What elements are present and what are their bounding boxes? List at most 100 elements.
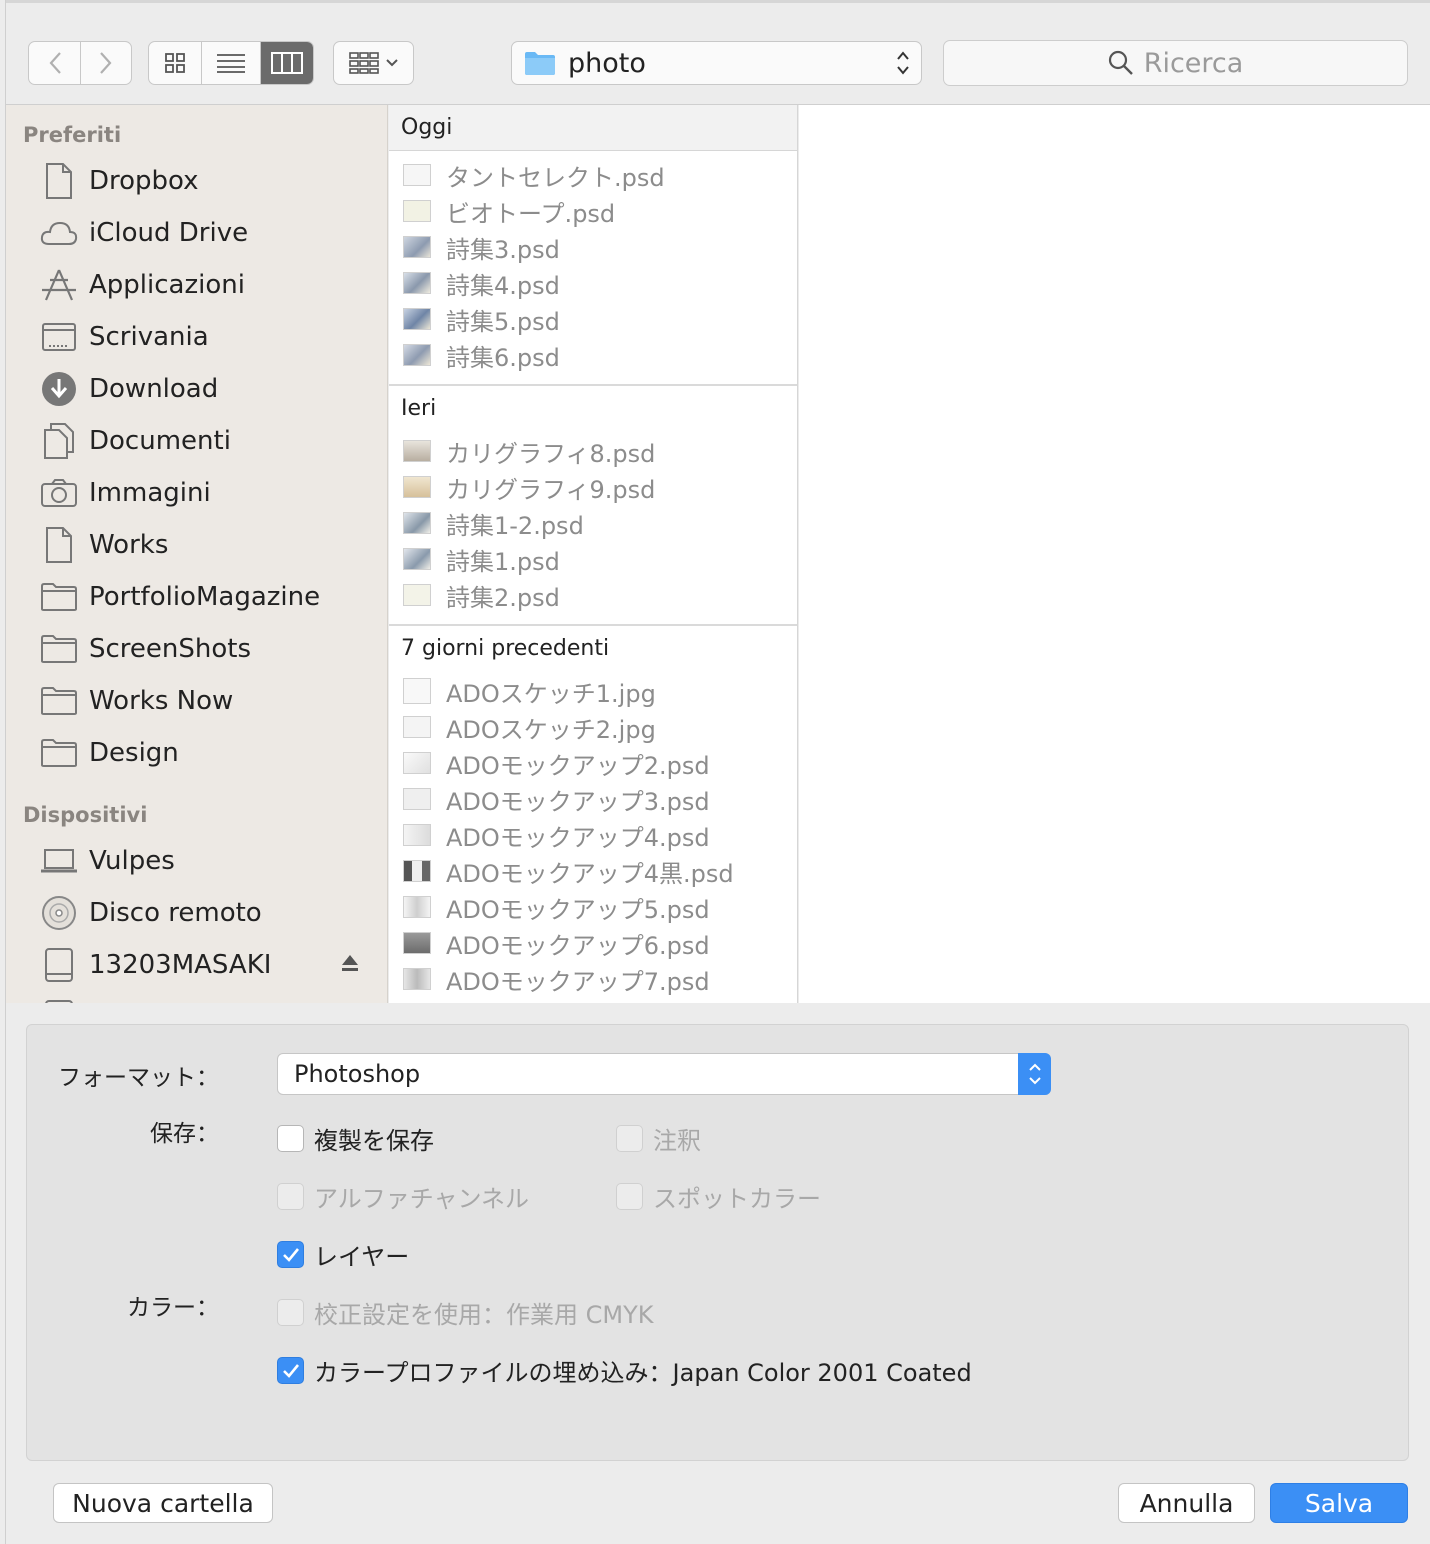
save-label: 保存： xyxy=(150,1121,219,1147)
file-name: ビオトープ.psd xyxy=(446,199,616,228)
forward-button[interactable] xyxy=(81,42,131,84)
file-item[interactable]: 詩集5.psd xyxy=(389,301,797,337)
drive-icon xyxy=(39,999,79,1003)
document-icon xyxy=(39,163,79,199)
checkbox-label: 注釈 xyxy=(653,1127,701,1155)
sidebar-item-vulpes[interactable]: Vulpes xyxy=(6,837,387,885)
list-view-button[interactable] xyxy=(202,42,261,84)
list-icon xyxy=(217,54,245,73)
sidebar-item-works[interactable]: Works xyxy=(6,521,387,569)
sidebar-item-icloud-drive[interactable]: iCloud Drive xyxy=(6,209,387,257)
sidebar-item-disco-remoto[interactable]: Disco remoto xyxy=(6,889,387,937)
group-header-previous-7-days: 7 giorni precedenti xyxy=(401,635,610,661)
file-item[interactable]: 詩集1.psd xyxy=(389,541,797,577)
cancel-button[interactable]: Annulla xyxy=(1118,1483,1255,1523)
empty-column xyxy=(799,105,1430,1003)
group-by-button[interactable] xyxy=(333,41,414,85)
sidebar-item-screenshots[interactable]: ScreenShots xyxy=(6,625,387,673)
file-thumbnail-icon xyxy=(403,752,431,774)
file-name: タントセレクト.psd xyxy=(446,163,665,192)
file-item[interactable]: 詩集4.psd xyxy=(389,265,797,301)
file-item[interactable]: ADOモックアップ4黒.psd xyxy=(389,853,797,889)
drive-icon xyxy=(39,947,79,983)
checkbox-label: レイヤー xyxy=(314,1243,410,1271)
file-thumbnail-icon xyxy=(403,344,431,366)
folder-icon xyxy=(39,631,79,667)
save-button[interactable]: Salva xyxy=(1270,1483,1408,1523)
sidebar-item-partial xyxy=(6,993,387,1003)
sidebar-item-dropbox[interactable]: Dropbox xyxy=(6,157,387,205)
sidebar-item-label: Immagini xyxy=(89,478,211,508)
spot-colors-checkbox[interactable]: スポットカラー xyxy=(616,1179,821,1214)
file-item[interactable]: 詩集6.psd xyxy=(389,337,797,373)
sidebar-item-label: Download xyxy=(89,374,219,404)
proof-setup-checkbox[interactable]: 校正設定を使用：作業用 CMYK xyxy=(277,1295,654,1330)
sidebar-item-download[interactable]: Download xyxy=(6,365,387,413)
file-item[interactable]: カリグラフィ9.psd xyxy=(389,469,797,505)
file-item[interactable]: ADOモックアップ2.psd xyxy=(389,745,797,781)
file-name: カリグラフィ9.psd xyxy=(446,475,656,504)
file-item[interactable]: ADOモックアップ6.psd xyxy=(389,925,797,961)
sidebar-item-scrivania[interactable]: Scrivania xyxy=(6,313,387,361)
embed-profile-checkbox[interactable]: カラープロファイルの埋め込み：Japan Color 2001 Coated xyxy=(277,1353,972,1388)
location-popup[interactable]: photo xyxy=(511,41,922,85)
chevron-down-icon xyxy=(385,59,398,67)
applications-icon xyxy=(39,267,79,303)
checkbox-box xyxy=(616,1183,643,1210)
file-name: 詩集1-2.psd xyxy=(446,511,584,540)
sidebar-item-design[interactable]: Design xyxy=(6,729,387,777)
file-name: ADOモックアップ5.psd xyxy=(446,895,710,924)
sidebar-item-documenti[interactable]: Documenti xyxy=(6,417,387,465)
back-button[interactable] xyxy=(29,42,81,84)
alpha-channels-checkbox[interactable]: アルファチャンネル xyxy=(277,1179,529,1214)
up-down-arrows-icon xyxy=(897,51,909,75)
file-item[interactable]: 詩集1-2.psd xyxy=(389,505,797,541)
sidebar-item-label: Applicazioni xyxy=(89,270,245,300)
file-column: Oggi タントセレクト.psd ビオトープ.psd 詩集3.psd 詩集4.p… xyxy=(389,105,798,1003)
eject-icon[interactable] xyxy=(340,953,360,977)
sidebar-item-immagini[interactable]: Immagini xyxy=(6,469,387,517)
file-item[interactable]: 詩集3.psd xyxy=(389,229,797,265)
color-label: カラー： xyxy=(127,1295,219,1321)
format-select[interactable]: Photoshop xyxy=(277,1053,1051,1095)
sidebar-item-13203masaki[interactable]: 13203MASAKI xyxy=(6,941,387,989)
cloud-icon xyxy=(39,215,79,251)
file-item[interactable]: ADOモックアップ7.psd xyxy=(389,961,797,997)
documents-icon xyxy=(39,423,79,459)
sidebar-item-portfoliomagazine[interactable]: PortfolioMagazine xyxy=(6,573,387,621)
file-item[interactable]: ADOモックアップ5.psd xyxy=(389,889,797,925)
layers-checkbox[interactable]: レイヤー xyxy=(277,1237,409,1272)
duplicate-checkbox[interactable]: 複製を保存 xyxy=(277,1121,434,1156)
file-item[interactable]: ビオトープ.psd xyxy=(389,193,797,229)
sidebar-header-devices: Dispositivi xyxy=(23,803,148,827)
file-name: ADOモックアップ4黒.psd xyxy=(446,859,734,888)
file-item[interactable]: タントセレクト.psd xyxy=(389,157,797,193)
checkbox-label: 複製を保存 xyxy=(314,1127,434,1155)
icon-view-button[interactable] xyxy=(149,42,202,84)
file-item[interactable]: ADOスケッチ2.jpg xyxy=(389,709,797,745)
checkbox-label: アルファチャンネル xyxy=(314,1185,530,1213)
camera-icon xyxy=(39,475,79,511)
folder-icon xyxy=(39,735,79,771)
file-item[interactable]: カリグラフィ8.psd xyxy=(389,433,797,469)
file-item[interactable]: ADOモックアップ3.psd xyxy=(389,781,797,817)
checkbox-box xyxy=(277,1183,304,1210)
new-folder-button[interactable]: Nuova cartella xyxy=(53,1483,273,1523)
columns-icon xyxy=(271,52,303,74)
desktop-icon xyxy=(39,319,79,355)
file-name: 詩集2.psd xyxy=(446,583,560,612)
file-item[interactable]: ADOモックアップ4.psd xyxy=(389,817,797,853)
file-name: ADOモックアップ4.psd xyxy=(446,823,710,852)
file-item[interactable]: 詩集2.psd xyxy=(389,577,797,613)
column-view-button[interactable] xyxy=(261,42,313,84)
checkbox-box xyxy=(616,1125,643,1152)
search-field[interactable]: Ricerca xyxy=(943,40,1408,86)
file-name: カリグラフィ8.psd xyxy=(446,439,656,468)
sidebar-item-applicazioni[interactable]: Applicazioni xyxy=(6,261,387,309)
save-options-panel: フォーマット： Photoshop 保存： 複製を保存 注釈 アルファチャンネル… xyxy=(26,1024,1409,1461)
history-nav xyxy=(28,41,132,85)
sidebar-item-works-now[interactable]: Works Now xyxy=(6,677,387,725)
file-item[interactable]: ADOスケッチ1.jpg xyxy=(389,673,797,709)
notes-checkbox[interactable]: 注釈 xyxy=(616,1121,701,1156)
file-name: 詩集6.psd xyxy=(446,343,560,372)
